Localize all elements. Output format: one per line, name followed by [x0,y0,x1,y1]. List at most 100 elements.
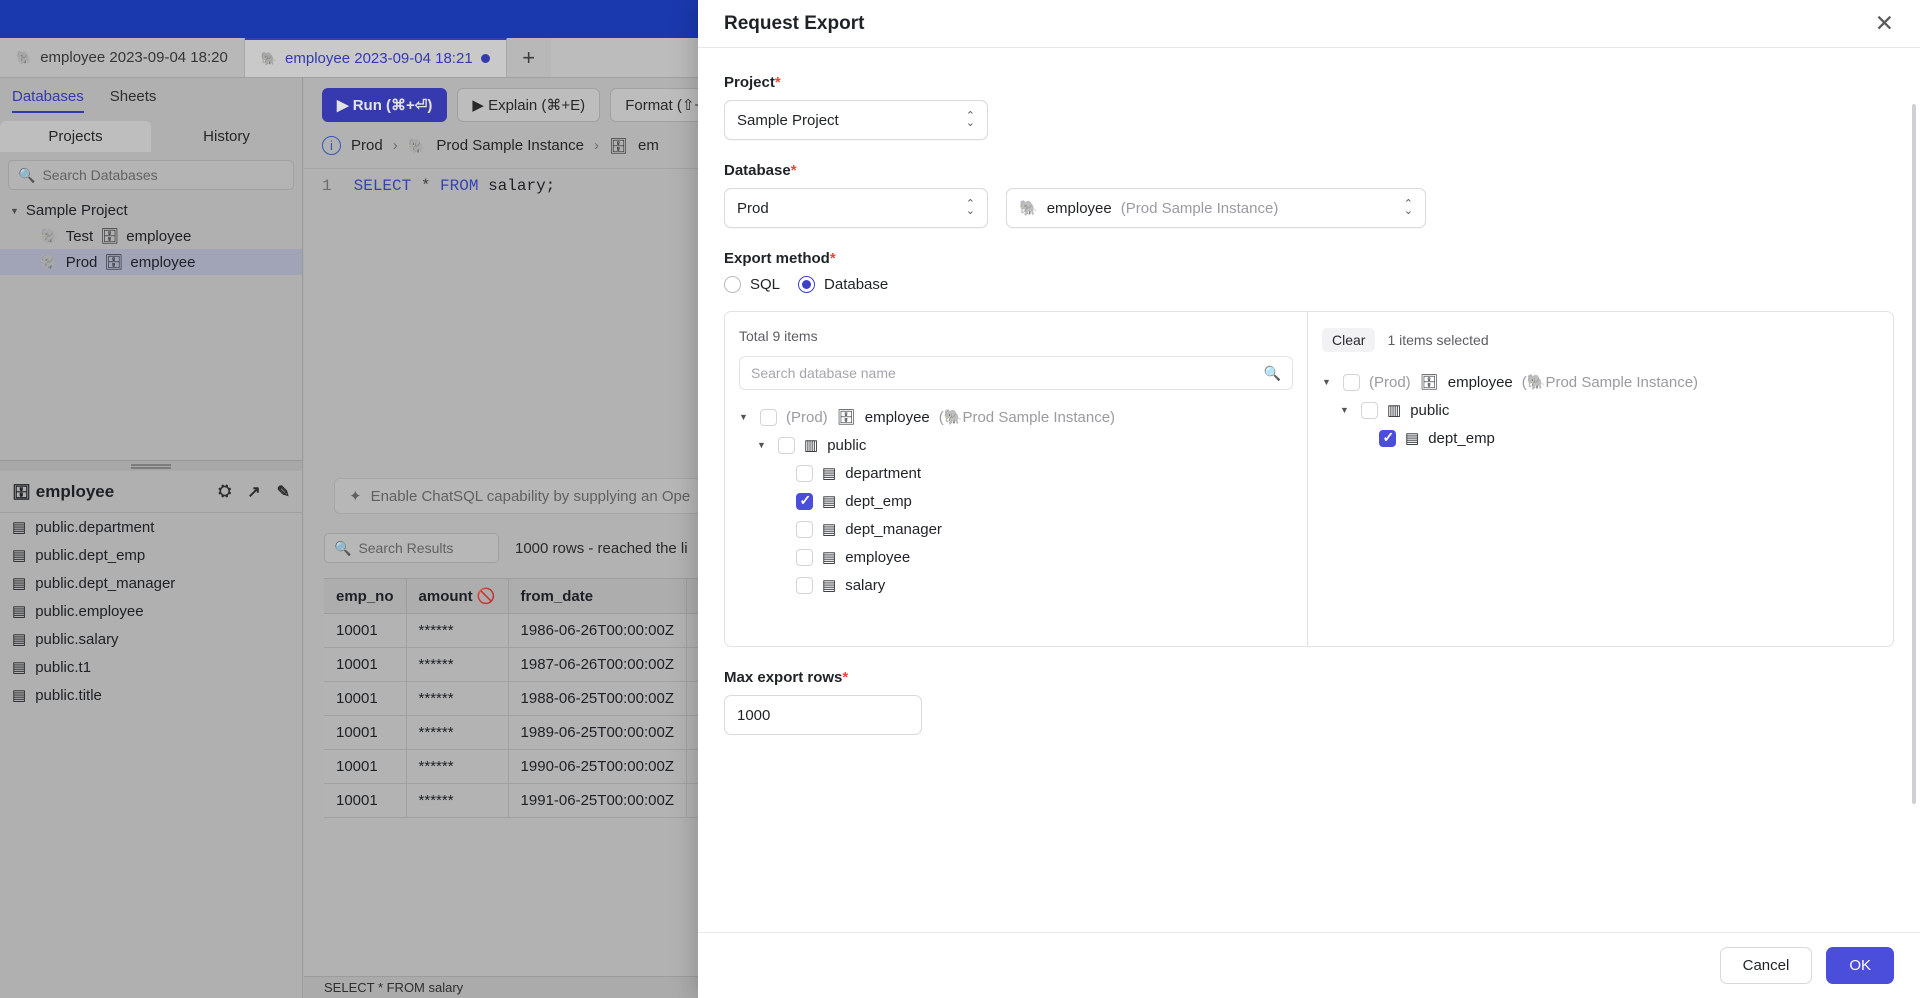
environment-select[interactable]: Prod ⌃ ⌄ [724,188,988,228]
required-asterisk: * [842,669,849,686]
database-select-name: employee [1046,199,1112,217]
export-method-radio-group: SQL Database [724,276,1894,293]
table-icon: ▤ [822,465,837,482]
environment-select-value: Prod [737,199,769,217]
checkbox[interactable] [778,436,795,454]
max-rows-value: 1000 [737,706,771,724]
dialog-body: Project* Sample Project ⌃ ⌄ Database* Pro… [698,48,1920,932]
database-icon: 🗄 [836,409,856,426]
radio-sql-label: SQL [750,276,781,293]
checkbox[interactable] [1343,373,1360,391]
max-rows-field-label: Max export rows* [724,669,1894,686]
postgres-icon: 🐘 [1526,374,1546,391]
tree-node-env: (Prod) [1369,373,1411,391]
table-icon: ▤ [822,521,837,538]
tree-node-instance-text: Prod Sample Instance) [1545,374,1699,391]
checkbox-checked[interactable] [1379,429,1396,447]
dialog-title: Request Export [724,12,865,34]
close-icon[interactable]: ✕ [1875,12,1894,35]
chevron-updown-icon: ⌃ ⌄ [965,198,975,217]
tree-node-schema-name: public [1410,401,1450,419]
postgres-icon: 🐘 [1019,200,1038,217]
search-database-name-placeholder: Search database name [751,365,896,381]
clear-button[interactable]: Clear [1322,328,1376,352]
required-asterisk: * [774,74,781,91]
dialog-footer: Cancel OK [698,932,1920,998]
chevron-down-icon[interactable]: ▼ [1340,405,1352,415]
dialog-scrollbar[interactable] [1912,104,1916,804]
database-row: Prod ⌃ ⌄ 🐘 employee (Prod Sample Instance… [724,188,1894,228]
ok-button[interactable]: OK [1826,947,1894,984]
available-items-panel: Total 9 items Search database name 🔍 ▼ (… [725,312,1308,646]
tree-node-table-name: dept_emp [1428,429,1495,447]
selected-toolbar: Clear 1 items selected [1322,328,1879,352]
cancel-button[interactable]: Cancel [1719,947,1813,984]
database-select-value: 🐘 employee (Prod Sample Instance) [1019,199,1404,218]
tree-node-instance: (🐘Prod Sample Instance) [1521,374,1699,391]
tree-node-table-name: department [845,464,922,482]
chevron-down-icon[interactable]: ▼ [739,412,751,422]
tree-node-table-name: employee [845,548,911,566]
radio-database-label: Database [824,276,889,293]
radio-selected-icon [798,276,816,293]
checkbox[interactable] [796,464,813,482]
checkbox[interactable] [760,408,777,426]
checkbox[interactable] [796,576,813,594]
chevron-down-icon[interactable]: ▼ [1322,377,1334,387]
radio-icon [724,276,741,293]
request-export-dialog: Request Export ✕ Project* Sample Project… [698,0,1920,998]
tree-node-table[interactable]: ▼ ▤ salary [739,571,1293,599]
project-field-label: Project* [724,74,1894,91]
chevron-down-icon[interactable]: ▼ [757,440,769,450]
search-icon: 🔍 [1263,364,1281,381]
tree-node-instance-text: Prod Sample Instance) [962,409,1116,426]
table-icon: ▤ [822,577,837,594]
checkbox[interactable] [1361,401,1378,419]
project-label-text: Project [724,74,775,91]
chevron-updown-icon: ⌃ ⌄ [1403,198,1413,217]
tree-node-table[interactable]: ▼ ▤ dept_emp [1322,424,1879,452]
checkbox-checked[interactable] [796,492,813,510]
tree-node-database[interactable]: ▼ (Prod) 🗄 employee (🐘Prod Sample Instan… [1322,368,1879,396]
database-select[interactable]: 🐘 employee (Prod Sample Instance) ⌃ ⌄ [1006,188,1426,228]
radio-database[interactable]: Database [798,276,888,293]
database-icon: 🗄 [1419,374,1439,391]
max-rows-label-text: Max export rows [724,669,843,686]
radio-sql[interactable]: SQL [724,276,780,293]
selected-count-text: 1 items selected [1387,332,1489,348]
table-icon: ▤ [1405,430,1420,447]
tree-node-table[interactable]: ▼ ▤ employee [739,543,1293,571]
export-method-label-text: Export method [724,250,830,267]
database-select-instance: (Prod Sample Instance) [1120,199,1279,217]
tree-node-database[interactable]: ▼ (Prod) 🗄 employee (🐘Prod Sample Instan… [739,403,1293,431]
checkbox[interactable] [796,520,813,538]
max-rows-input[interactable]: 1000 [724,695,922,735]
tree-node-name: employee [864,408,930,426]
tree-node-env: (Prod) [786,408,828,426]
tree-node-schema-name: public [827,436,867,454]
export-method-field-label: Export method* [724,250,1894,267]
checkbox[interactable] [796,548,813,566]
tree-node-table-name: dept_manager [845,520,942,538]
tree-node-schema[interactable]: ▼ ▥ public [739,431,1293,459]
tree-node-table-name: dept_emp [845,492,912,510]
required-asterisk: * [790,162,797,179]
schema-icon: ▥ [804,437,819,454]
total-items-text: Total 9 items [739,328,818,344]
database-label-text: Database [724,162,791,179]
tree-node-schema[interactable]: ▼ ▥ public [1322,396,1879,424]
search-database-name-input[interactable]: Search database name 🔍 [739,356,1293,390]
project-select-value: Sample Project [737,111,839,129]
tree-node-name: employee [1447,373,1513,391]
dialog-header: Request Export ✕ [698,0,1920,48]
table-icon: ▤ [822,549,837,566]
project-select[interactable]: Sample Project ⌃ ⌄ [724,100,988,140]
tree-node-instance: (🐘Prod Sample Instance) [938,409,1116,426]
schema-icon: ▥ [1387,402,1402,419]
tree-node-table[interactable]: ▼ ▤ department [739,459,1293,487]
tree-node-table-name: salary [845,576,886,594]
tree-node-table[interactable]: ▼ ▤ dept_manager [739,515,1293,543]
required-asterisk: * [829,250,836,267]
chevron-updown-icon: ⌃ ⌄ [965,110,975,129]
tree-node-table[interactable]: ▼ ▤ dept_emp [739,487,1293,515]
